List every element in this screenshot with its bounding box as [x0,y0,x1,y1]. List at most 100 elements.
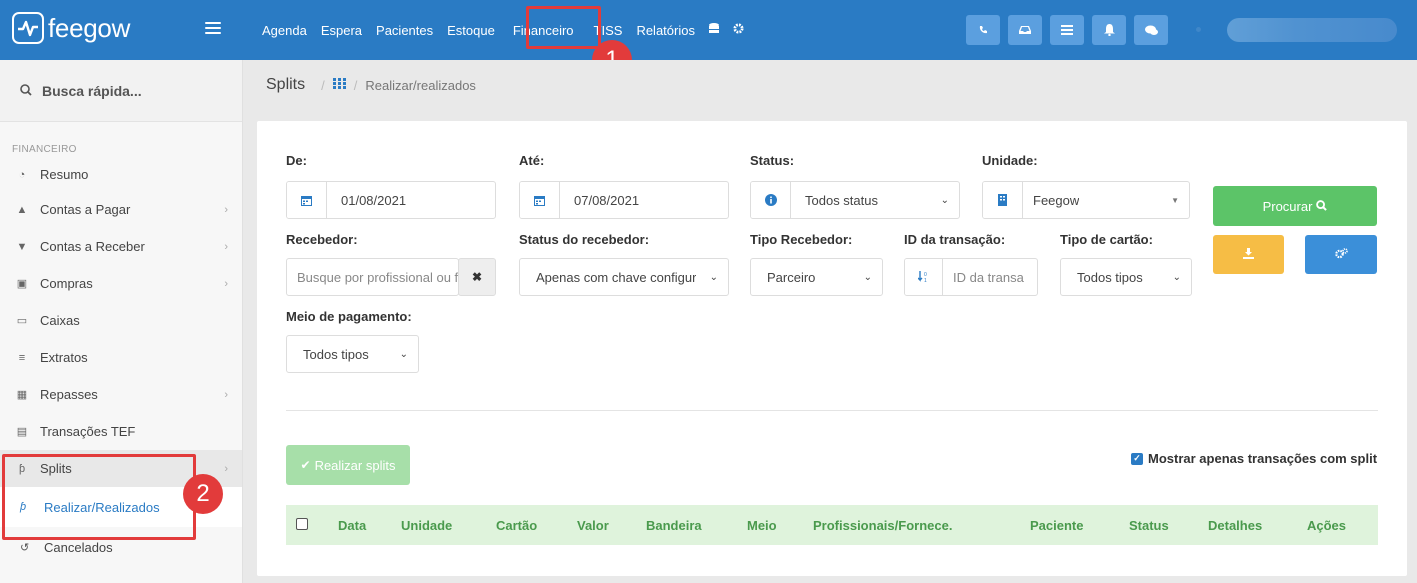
quick-search[interactable]: Busca rápida... [0,60,242,122]
date-from-value: 01/08/2021 [341,192,407,208]
status-recebedor-select[interactable]: Apenas com chave configur ⌄ [519,258,729,296]
col-bandeira[interactable]: Bandeira [646,518,702,533]
label-meio-pagamento: Meio de pagamento: [286,309,412,324]
col-data[interactable]: Data [338,518,366,533]
sidebar-item-label: Repasses [40,387,98,402]
nav-espera[interactable]: Espera [321,23,362,38]
sort-numeric-icon: 01 [905,259,943,295]
bell-icon[interactable] [1092,15,1126,45]
sidebar-item-contas-a-pagar[interactable]: ▲ Contas a Pagar › [0,191,242,228]
gear-icon[interactable] [733,23,744,37]
unidade-select[interactable]: Feegow ▼ [982,181,1190,219]
mostrar-apenas-checkbox[interactable]: ✓ Mostrar apenas transações com split [1131,451,1377,466]
checkbox-checked-icon[interactable]: ✓ [1131,452,1143,465]
label-unidade: Unidade: [982,153,1038,168]
sidebar-item-compras[interactable]: ▣ Compras › [0,265,242,302]
nav-agenda[interactable]: Agenda [262,23,307,38]
chevron-down-icon: ⌄ [399,348,408,360]
user-menu[interactable] [1227,18,1397,42]
inbox-icon[interactable] [1008,15,1042,45]
close-icon: ✖ [471,270,483,284]
top-nav: Agenda Espera Pacientes Estoque Financei… [262,0,758,60]
realizar-splits-button[interactable]: ✔ Realizar splits [286,445,410,485]
sidebar-item-contas-a-receber[interactable]: ▼ Contas a Receber › [0,228,242,265]
label-status-recebedor: Status do recebedor: [519,232,650,247]
recebedor-input[interactable]: Busque por profissional ou f [286,258,459,296]
grid-icon[interactable] [332,78,346,92]
col-status[interactable]: Status [1129,518,1169,533]
chevron-right-icon: › [224,277,228,290]
tipo-recebedor-select[interactable]: Parceiro ⌄ [750,258,883,296]
chevron-down-icon: ⌄ [709,271,718,283]
phone-icon[interactable] [966,15,1000,45]
nav-pacientes[interactable]: Pacientes [376,23,433,38]
page-title: Splits [266,76,306,93]
arrow-down-circle-icon: ▼ [16,240,28,253]
realizar-splits-label: Realizar splits [314,457,396,473]
top-bar: feegow Agenda Espera Pacientes Estoque F… [0,0,1417,60]
sidebar-item-label: Contas a Receber [40,239,145,254]
nav-relatorios[interactable]: Relatórios [636,23,695,38]
status-select[interactable]: Todos status ⌄ [750,181,960,219]
col-unidade[interactable]: Unidade [401,518,452,533]
database-icon[interactable] [708,22,719,38]
col-paciente[interactable]: Paciente [1030,518,1083,533]
sidebar-item-extratos[interactable]: ≡ Extratos [0,339,242,376]
select-all-checkbox[interactable] [296,518,313,533]
list-icon[interactable] [1050,15,1084,45]
col-detalhes[interactable]: Detalhes [1208,518,1262,533]
settings-button[interactable] [1305,235,1377,274]
list-icon: ≡ [18,351,26,364]
sidebar-item-transacoes-tef[interactable]: ▤ Transações TEF [0,413,242,450]
date-to-field[interactable]: 07/08/2021 [519,181,729,219]
status-value: Todos status [805,192,878,208]
date-to-value: 07/08/2021 [574,192,640,208]
chat-icon[interactable] [1134,15,1168,45]
sidebar-item-repasses[interactable]: ▦ Repasses › [0,376,242,413]
nav-estoque[interactable]: Estoque [447,23,495,38]
col-acoes[interactable]: Ações [1307,518,1346,533]
sidebar-item-resumo[interactable]: ◔ Resumo [0,158,242,191]
sidebar-item-caixas[interactable]: ▭ Caixas [0,302,242,339]
clear-recebedor-button[interactable]: ✖ [458,258,496,296]
building-icon [983,182,1023,218]
brand-area: feegow [0,0,243,60]
arrow-up-circle-icon: ▲ [16,203,28,216]
info-icon [751,182,791,218]
search-button[interactable]: Procurar [1213,186,1377,226]
calendar-icon [520,182,560,218]
recebedor-placeholder: Busque por profissional ou f [297,269,458,285]
status-recebedor-value: Apenas com chave configur [536,269,696,285]
sidebar-section-title: FINANCEIRO [12,144,77,155]
date-from-field[interactable]: 01/08/2021 [286,181,496,219]
highlight-box-financeiro [526,6,601,49]
label-tipo-recebedor: Tipo Recebedor: [750,232,853,247]
meio-pagamento-select[interactable]: Todos tipos ⌄ [286,335,419,373]
download-button[interactable] [1213,235,1284,274]
menu-toggle-icon[interactable] [205,22,221,36]
sidebar-item-label: Transações TEF [40,424,136,439]
search-button-label: Procurar [1262,198,1313,214]
sitemap-icon: ▦ [16,389,28,401]
credit-card-icon: ▤ [16,426,28,438]
tipo-recebedor-value: Parceiro [767,269,816,285]
search-icon [20,83,32,99]
inbox-icon: ▭ [16,315,28,327]
highlight-box-splits [2,454,196,540]
sidebar-item-label: Resumo [40,167,89,182]
tipo-cartao-select[interactable]: Todos tipos ⌄ [1060,258,1192,296]
id-transacao-input[interactable]: 01 ID da transa [904,258,1038,296]
label-ate: Até: [519,153,545,168]
logo[interactable]: feegow [12,12,130,44]
col-valor[interactable]: Valor [577,518,609,533]
breadcrumb-current: Realizar/realizados [365,77,476,93]
chevron-right-icon: › [224,240,228,253]
chevron-down-icon: ⌄ [863,271,872,283]
col-profissionais[interactable]: Profissionais/Fornece. [813,518,952,533]
status-dot [1196,27,1201,32]
col-cartao[interactable]: Cartão [496,518,537,533]
gears-icon [1334,247,1348,262]
filters-panel: De: Até: Status: Unidade: 01/08/2021 07/… [257,121,1407,576]
label-tipo-cartao: Tipo de cartão: [1060,232,1153,247]
col-meio[interactable]: Meio [747,518,777,533]
